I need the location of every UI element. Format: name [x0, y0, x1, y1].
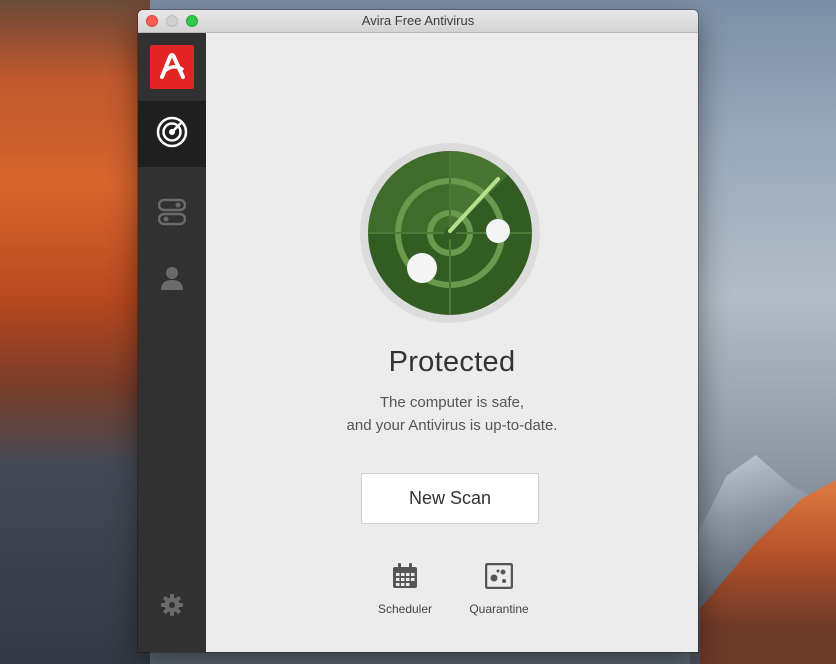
main-panel: Protected The computer is safe, and your… — [206, 33, 698, 652]
quarantine-button[interactable]: Quarantine — [457, 562, 541, 616]
status-description-line-1: The computer is safe, — [379, 394, 525, 411]
radar-icon — [156, 116, 188, 153]
avira-logo-icon[interactable] — [150, 45, 194, 89]
zoom-window-button[interactable] — [186, 15, 198, 27]
quarantine-icon — [457, 562, 541, 594]
sidebar-item-account[interactable] — [138, 247, 206, 313]
sidebar — [138, 33, 206, 652]
title-bar[interactable]: Avira Free Antivirus — [138, 10, 698, 33]
desktop-background: Avira Free Antivirus Protected The compu… — [0, 0, 836, 664]
wallpaper-cliff — [0, 0, 150, 664]
gear-icon — [161, 593, 183, 621]
sidebar-item-status[interactable] — [138, 101, 206, 167]
new-scan-button[interactable]: New Scan — [361, 473, 539, 524]
status-description-line-2: and your Antivirus is up-to-date. — [346, 417, 558, 434]
status-title: Protected — [388, 346, 516, 378]
minimize-window-button[interactable] — [166, 15, 178, 27]
toggles-icon — [157, 198, 187, 231]
user-icon — [159, 265, 185, 296]
sidebar-item-modules[interactable] — [138, 181, 206, 247]
quarantine-label: Quarantine — [469, 602, 529, 616]
close-window-button[interactable] — [146, 15, 158, 27]
protection-radar-icon — [360, 143, 540, 323]
calendar-icon — [363, 563, 447, 594]
sidebar-item-settings[interactable] — [138, 574, 206, 640]
scheduler-button[interactable]: Scheduler — [363, 563, 447, 616]
scheduler-label: Scheduler — [377, 602, 433, 616]
window-title: Avira Free Antivirus — [361, 13, 475, 28]
app-window: Avira Free Antivirus Protected The compu… — [138, 10, 698, 652]
